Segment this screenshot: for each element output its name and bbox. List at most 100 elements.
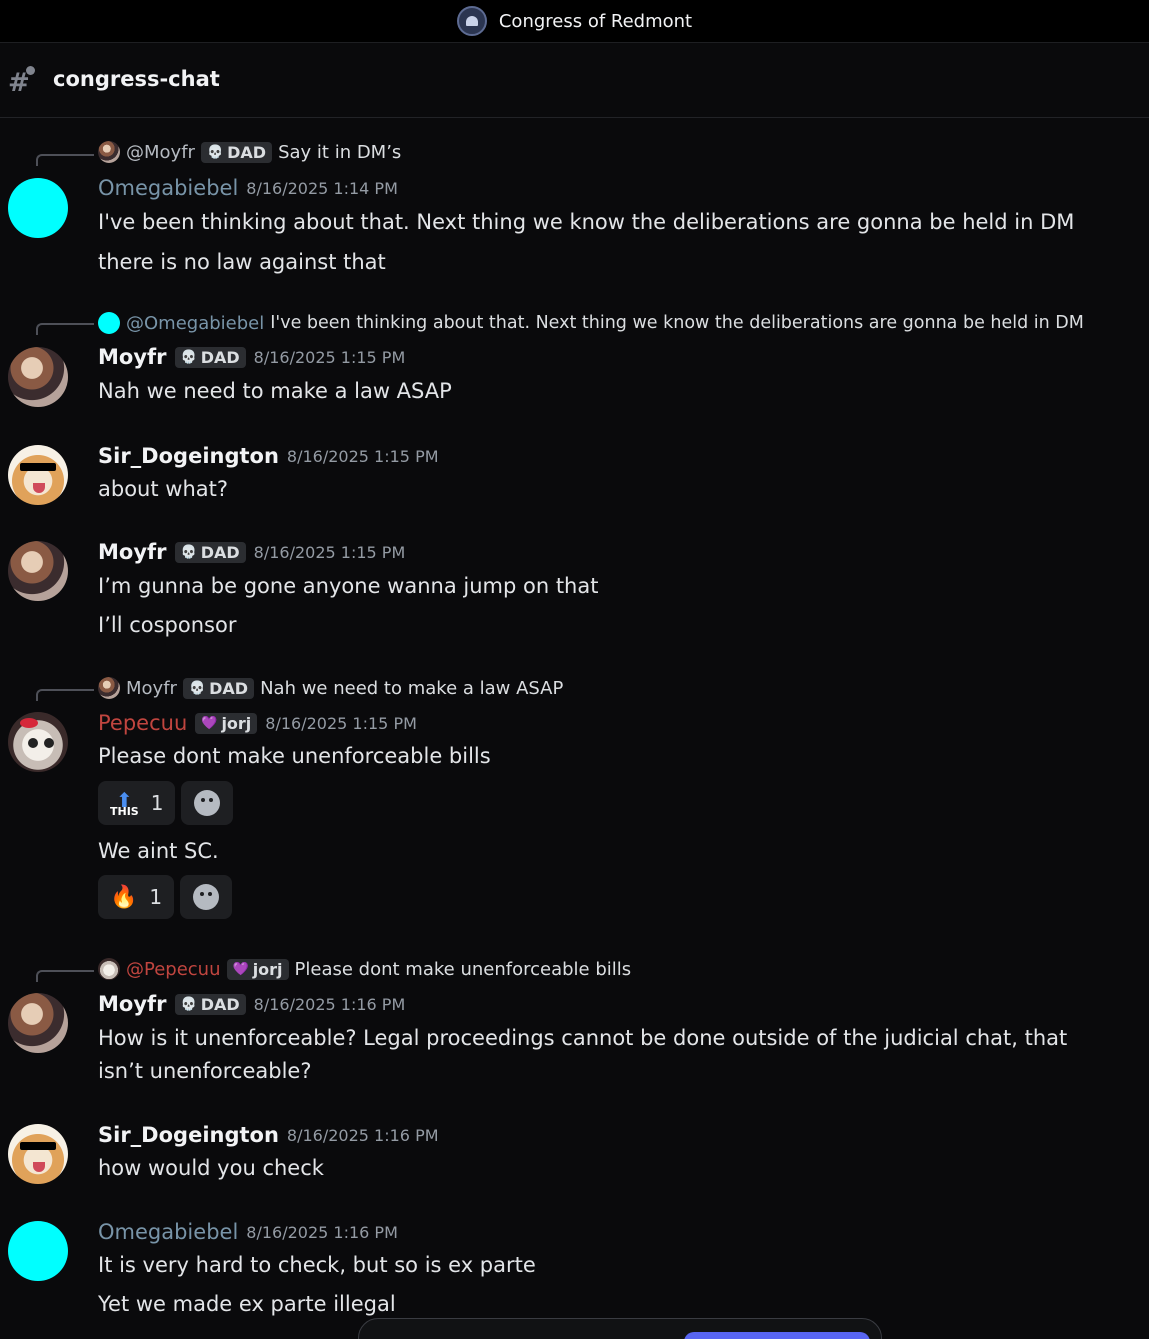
- reply-spine: [36, 970, 94, 982]
- message-text: How is it unenforceable? Legal proceedin…: [98, 1026, 1068, 1083]
- message-header: Moyfr 💀 DAD 8/16/2025 1:15 PM: [98, 345, 405, 369]
- role-tag: 💜 jorj: [226, 958, 289, 980]
- skull-icon: 💀: [180, 349, 197, 365]
- message-header: Moyfr 💀 DAD 8/16/2025 1:16 PM: [98, 992, 405, 1016]
- this-emoji-label: THIS: [110, 804, 139, 818]
- message-text: Please dont make unenforceable bills: [98, 744, 491, 768]
- avatar[interactable]: [8, 445, 68, 505]
- channel-header: # congress-chat: [0, 44, 1149, 118]
- reaction-count: 1: [150, 791, 164, 815]
- message-header: Omegabiebel 8/16/2025 1:14 PM: [98, 176, 398, 200]
- avatar[interactable]: [8, 1221, 68, 1281]
- this-up-arrow-icon: ⬆ THIS: [110, 787, 139, 818]
- reply-preview[interactable]: @Moyfr 💀 DAD Say it in DM’s: [98, 141, 401, 163]
- smiley-icon: [194, 790, 221, 816]
- reply-spine: [36, 154, 94, 166]
- sunglasses-icon: [20, 1142, 56, 1150]
- message-text: I’ll cosponsor: [98, 613, 237, 637]
- tongue-icon: [33, 483, 45, 493]
- message-text: there is no law against that: [98, 250, 386, 274]
- timestamp: 8/16/2025 1:15 PM: [253, 347, 406, 367]
- message-text: I’m gunna be gone anyone wanna jump on t…: [98, 574, 599, 598]
- role-tag-label: jorj: [252, 959, 283, 979]
- add-reaction-button[interactable]: [181, 781, 234, 825]
- reaction-fire[interactable]: 🔥 1: [98, 875, 175, 919]
- avatar[interactable]: [8, 1124, 68, 1184]
- jump-to-present-button[interactable]: [684, 1332, 870, 1339]
- avatar[interactable]: [8, 541, 68, 601]
- reply-text: I've been thinking about that. Next thin…: [270, 313, 1084, 333]
- eye-icon: [28, 738, 38, 748]
- message-header: Sir_Dogeington 8/16/2025 1:16 PM: [98, 1123, 439, 1147]
- server-name: Congress of Redmont: [498, 10, 693, 32]
- reaction-this[interactable]: ⬆ THIS 1: [98, 781, 176, 825]
- username[interactable]: Omegabiebel: [98, 1220, 238, 1244]
- reply-author[interactable]: @Moyfr: [126, 142, 195, 163]
- message-text: I've been thinking about that. Next thin…: [98, 210, 1075, 234]
- avatar[interactable]: [8, 347, 68, 407]
- reply-preview[interactable]: @Omegabiebel I've been thinking about th…: [98, 312, 1084, 334]
- reply-preview[interactable]: @Pepecuu 💜 jorj Please dont make unenforc…: [98, 958, 631, 980]
- message-text: how would you check: [98, 1156, 324, 1180]
- sunglasses-icon: [20, 463, 56, 471]
- eye-icon: [44, 738, 54, 748]
- reply-avatar: [98, 312, 120, 334]
- message-text: about what?: [98, 477, 228, 501]
- reaction-bar: ⬆ THIS 1: [98, 781, 234, 825]
- timestamp: 8/16/2025 1:16 PM: [286, 1125, 439, 1145]
- reply-author[interactable]: @Omegabiebel: [126, 313, 264, 334]
- reply-spine: [36, 323, 94, 335]
- timestamp: 8/16/2025 1:16 PM: [246, 1222, 398, 1242]
- username[interactable]: Moyfr: [98, 345, 167, 369]
- reply-spine: [36, 689, 94, 701]
- timestamp: 8/16/2025 1:14 PM: [246, 178, 398, 198]
- skull-icon: 💀: [188, 680, 206, 696]
- username[interactable]: Sir_Dogeington: [98, 1123, 279, 1147]
- reaction-bar: 🔥 1: [98, 875, 233, 919]
- reply-avatar: [98, 141, 120, 163]
- username[interactable]: Omegabiebel: [98, 176, 238, 200]
- red-bow-icon: [20, 718, 38, 728]
- timestamp: 8/16/2025 1:15 PM: [253, 542, 406, 562]
- heart-icon: 💜: [232, 961, 249, 977]
- role-tag-label: DAD: [227, 142, 267, 162]
- reply-preview[interactable]: Moyfr 💀 DAD Nah we need to make a law ASA…: [98, 677, 563, 699]
- role-tag: 💀 DAD: [174, 993, 246, 1015]
- reply-text: Nah we need to make a law ASAP: [260, 677, 564, 699]
- role-tag: 💀 DAD: [174, 346, 246, 368]
- role-tag-label: jorj: [221, 713, 252, 733]
- avatar[interactable]: [8, 178, 68, 238]
- username[interactable]: Pepecuu: [98, 711, 187, 735]
- heart-icon: 💜: [201, 715, 218, 731]
- timestamp: 8/16/2025 1:15 PM: [265, 713, 417, 733]
- skull-icon: 💀: [180, 996, 197, 1012]
- fire-icon: 🔥: [110, 884, 138, 910]
- message-header: Sir_Dogeington 8/16/2025 1:15 PM: [98, 444, 439, 468]
- add-reaction-button[interactable]: [180, 875, 233, 919]
- reply-avatar: [98, 677, 120, 699]
- message-header: Moyfr 💀 DAD 8/16/2025 1:15 PM: [98, 540, 405, 564]
- role-tag: 💜 jorj: [195, 712, 258, 734]
- role-tag-label: DAD: [200, 994, 240, 1014]
- avatar[interactable]: [8, 712, 68, 772]
- username[interactable]: Moyfr: [98, 992, 167, 1016]
- avatar[interactable]: [8, 993, 68, 1053]
- message-text: Nah we need to make a law ASAP: [98, 379, 452, 403]
- tongue-icon: [33, 1162, 45, 1172]
- username[interactable]: Sir_Dogeington: [98, 444, 279, 468]
- username[interactable]: Moyfr: [98, 540, 167, 564]
- server-capitol-icon[interactable]: [456, 6, 487, 36]
- role-tag-label: DAD: [200, 347, 240, 367]
- role-tag: 💀 DAD: [200, 141, 273, 163]
- message-text: It is very hard to check, but so is ex p…: [98, 1253, 536, 1277]
- timestamp: 8/16/2025 1:16 PM: [253, 994, 406, 1014]
- message-header: Pepecuu 💜 jorj 8/16/2025 1:15 PM: [98, 711, 417, 735]
- server-titlebar: Congress of Redmont: [0, 0, 1149, 43]
- reaction-count: 1: [149, 885, 163, 909]
- reply-author[interactable]: Moyfr: [126, 678, 177, 699]
- reply-avatar: [98, 958, 120, 980]
- reply-text: Say it in DM’s: [278, 141, 402, 163]
- skull-icon: 💀: [206, 144, 224, 160]
- reply-author[interactable]: @Pepecuu: [126, 959, 221, 980]
- role-tag: 💀 DAD: [182, 677, 255, 699]
